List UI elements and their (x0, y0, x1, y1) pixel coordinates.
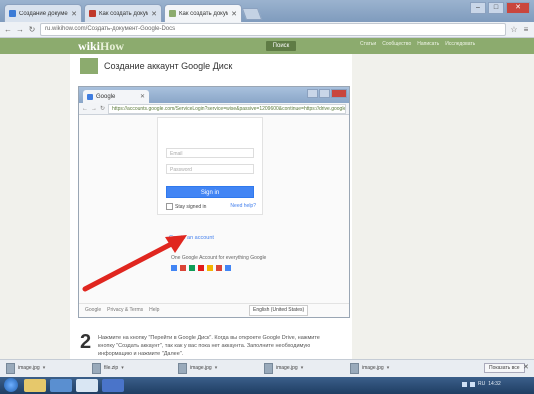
volume-icon[interactable] (470, 381, 475, 387)
minimize-button[interactable]: – (470, 2, 486, 14)
maximize-button[interactable]: □ (488, 2, 504, 14)
close-tab-icon[interactable]: ✕ (231, 10, 237, 18)
nav-item[interactable]: Написать (417, 41, 439, 47)
download-item[interactable]: file.zip ▾ (92, 362, 124, 374)
file-icon (264, 362, 273, 374)
browser-tab-2[interactable]: Как создать документ ✕ (84, 4, 162, 22)
menu-icon[interactable]: ≡ (522, 25, 530, 34)
nav-item[interactable]: Сообщество (382, 41, 411, 47)
start-button-icon[interactable] (4, 378, 18, 392)
file-icon (6, 362, 15, 374)
download-filename: image.jpg (18, 365, 40, 371)
logo-wiki: wiki (78, 39, 101, 53)
url-field[interactable]: ru.wikihow.com/Создать-документ-Google-D… (40, 23, 506, 36)
tab-favicon-icon (89, 10, 96, 17)
nav-item[interactable]: Статьи (360, 41, 376, 47)
address-bar-row: ← → ↻ ru.wikihow.com/Создать-документ-Go… (0, 22, 534, 38)
chrome-taskbar-icon[interactable] (76, 379, 98, 392)
tab-favicon-icon (9, 10, 16, 17)
step-number: 2 (80, 331, 92, 353)
step-screenshot: Google ✕ ← → ↻ https://accounts.google.c… (78, 86, 350, 318)
close-downloads-icon[interactable]: ✕ (523, 363, 529, 371)
download-item[interactable]: image.jpg ▾ (178, 362, 217, 374)
language-indicator[interactable]: RU (478, 381, 485, 387)
wikihow-nav: Статьи Сообщество Написать Исследовать (360, 41, 475, 47)
download-filename: image.jpg (276, 365, 298, 371)
clock[interactable]: 14:32 (488, 381, 501, 387)
reload-icon[interactable]: ↻ (28, 25, 36, 34)
chevron-down-icon[interactable]: ▾ (121, 365, 124, 371)
show-all-downloads-button[interactable]: Показать все (484, 363, 525, 373)
step-text: Нажмите на кнопку "Перейти в Google Диск… (98, 335, 320, 357)
network-icon[interactable] (462, 381, 467, 387)
chevron-down-icon[interactable]: ▾ (387, 365, 390, 371)
download-item[interactable]: image.jpg ▾ (6, 362, 45, 374)
download-item[interactable]: image.jpg ▾ (264, 362, 303, 374)
wikihow-logo[interactable]: wikiHow (78, 38, 124, 54)
word-taskbar-icon[interactable] (102, 379, 124, 392)
download-filename: image.jpg (362, 365, 384, 371)
close-tab-icon[interactable]: ✕ (151, 10, 157, 18)
file-icon (350, 362, 359, 374)
file-icon (92, 362, 101, 374)
chevron-down-icon[interactable]: ▾ (215, 365, 218, 371)
nav-item[interactable]: Исследовать (445, 41, 475, 47)
search-button[interactable]: Поиск (266, 41, 296, 51)
forward-icon[interactable]: → (16, 25, 24, 34)
media-taskbar-icon[interactable] (50, 379, 72, 392)
system-tray: RU 14:32 (462, 381, 501, 387)
download-item[interactable]: image.jpg ▾ (350, 362, 389, 374)
tab-favicon-icon (169, 10, 176, 17)
close-tab-icon[interactable]: ✕ (71, 10, 77, 18)
arrow-shaft (82, 238, 180, 292)
star-icon[interactable]: ☆ (510, 25, 518, 34)
browser-tab-1[interactable]: Создание документа ✕ (4, 4, 82, 22)
red-arrow-annotation (82, 235, 187, 292)
download-filename: file.zip (104, 365, 119, 371)
explorer-taskbar-icon[interactable] (24, 379, 46, 392)
tab-label: Как создать документ (99, 10, 148, 17)
logo-how: How (100, 39, 125, 53)
article-title: Создание аккаунт Google Диск (104, 61, 233, 71)
chevron-down-icon[interactable]: ▾ (43, 365, 46, 371)
tab-label: Как создать документ (179, 10, 228, 17)
chevron-down-icon[interactable]: ▾ (301, 365, 304, 371)
article-icon (80, 58, 98, 74)
tab-label: Создание документа (19, 10, 68, 17)
close-window-button[interactable]: ✕ (506, 2, 530, 14)
back-icon[interactable]: ← (4, 25, 12, 34)
download-filename: image.jpg (190, 365, 212, 371)
browser-tab-3[interactable]: Как создать документ ✕ (164, 4, 242, 22)
window-controls: – □ ✕ (470, 2, 530, 14)
file-icon (178, 362, 187, 374)
